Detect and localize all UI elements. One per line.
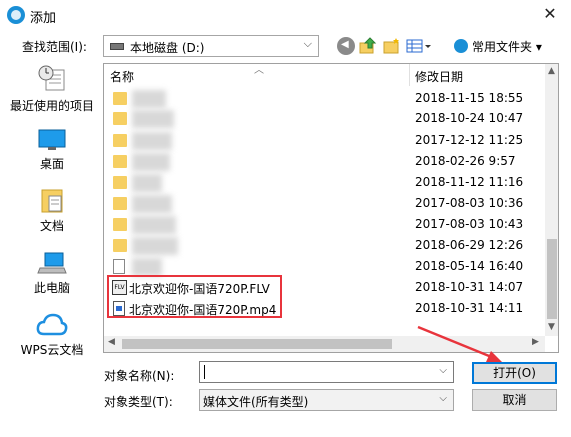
file-list[interactable]: ︿ 名称 修改日期 2018-11-15 18:55 2018-10-24 10… [103,63,559,353]
scroll-thumb[interactable] [547,239,557,319]
scroll-up-icon[interactable]: ▲ [548,66,555,76]
folder-icon [113,176,127,189]
list-item[interactable]: 2018-02-26 9:57 [104,151,544,173]
documents-icon [41,189,63,213]
drive-icon [110,43,124,50]
folder-icon [113,239,127,252]
file-date: 2018-05-14 16:40 [415,259,524,273]
place-desktop[interactable]: 桌面 [5,128,99,172]
filetype-dropdown[interactable]: 媒体文件(所有类型) ⌵ [199,389,454,411]
horizontal-scrollbar[interactable]: ◀ ▶ [104,336,545,352]
filename-combobox[interactable]: ⌵ [199,361,454,383]
file-date: 2018-06-29 12:26 [415,238,524,252]
place-label: 文档 [39,219,64,233]
folder-icon [113,197,127,210]
blurred-filename [132,216,176,234]
folder-icon [113,112,127,125]
file-date: 2018-11-15 18:55 [415,91,524,105]
place-label: 此电脑 [33,281,70,295]
list-item[interactable]: 2018-11-12 11:16 [104,172,544,194]
folder-icon [113,155,127,168]
list-item[interactable]: 2018-11-15 18:55 [104,88,544,110]
column-header-date[interactable]: 修改日期 [415,68,463,85]
chevron-down-icon[interactable]: ⌵ [439,365,447,376]
list-item[interactable]: 2017-08-03 10:43 [104,214,544,236]
cancel-button[interactable]: 取消 [472,389,557,411]
this-pc-icon [37,252,67,274]
folder-icon [113,134,127,147]
folder-icon [113,92,127,105]
place-this-pc[interactable]: 此电脑 [5,250,99,296]
place-label: WPS云文档 [20,343,84,357]
lookin-dropdown[interactable]: 本地磁盘 (D:) ⌵ [103,35,319,57]
blurred-filename [132,90,166,108]
blurred-filename [132,258,162,276]
place-label: 最近使用的项目 [9,99,94,113]
chevron-down-icon: ⌵ [303,37,312,50]
file-date: 2018-02-26 9:57 [415,154,516,168]
filename-label: 对象名称(N): [104,369,175,383]
text-caret [204,365,205,379]
new-folder-icon[interactable] [383,37,401,55]
column-header-name[interactable]: 名称 [110,68,134,85]
file-date: 2017-08-03 10:43 [415,217,524,231]
column-separator[interactable] [409,64,410,86]
lookin-value: 本地磁盘 (D:) [130,41,205,55]
blurred-filename [132,153,170,171]
chevron-down-icon: ⌵ [439,393,447,404]
list-item[interactable]: 2018-10-24 10:47 [104,108,544,130]
scroll-down-icon[interactable]: ▼ [548,322,555,332]
blurred-filename [132,174,162,192]
place-label: 桌面 [39,157,64,171]
places-bar: 最近使用的项目 桌面 文档 此电脑 WPS云文档 [5,60,99,392]
recent-items-icon [38,65,65,91]
close-button[interactable]: ✕ [535,2,565,26]
folder-icon [113,218,127,231]
window-title: 添加 [30,11,57,26]
sort-ascending-icon: ︿ [254,65,264,76]
highlight-annotation [107,275,282,318]
blurred-filename [132,195,172,213]
blurred-filename [132,237,178,255]
place-wps-cloud[interactable]: WPS云文档 [5,312,99,358]
file-date: 2017-12-12 11:25 [415,133,524,147]
open-button[interactable]: 打开(O) [472,362,557,384]
filename-input[interactable] [203,364,428,380]
lookin-label: 查找范围(I): [22,40,87,54]
desktop-icon [38,129,66,150]
scroll-thumb[interactable] [122,339,392,349]
place-documents[interactable]: 文档 [5,188,99,234]
place-recent[interactable]: 最近使用的项目 [5,64,99,114]
title-bar: 添加 ✕ [0,0,571,30]
vertical-scrollbar[interactable]: ▲ ▼ [545,64,558,336]
file-date: 2018-10-31 14:11 [415,301,524,315]
filetype-value: 媒体文件(所有类型) [203,395,309,409]
view-menu-icon[interactable] [406,37,432,55]
app-logo-icon [7,6,25,24]
favorites-icon [454,39,468,53]
filetype-label: 对象类型(T): [104,395,173,409]
scroll-left-icon[interactable]: ◀ [108,337,115,347]
favorites-menu[interactable]: 常用文件夹 ▾ [472,38,542,55]
list-item[interactable]: 2017-12-12 11:25 [104,130,544,152]
file-date: 2017-08-03 10:36 [415,196,524,210]
list-item[interactable]: 2017-08-03 10:36 [104,193,544,215]
file-date: 2018-10-24 10:47 [415,111,524,125]
back-icon[interactable] [337,37,355,55]
up-folder-icon[interactable] [359,37,377,55]
file-date: 2018-11-12 11:16 [415,175,524,189]
file-date: 2018-10-31 14:07 [415,280,524,294]
file-icon [113,259,125,274]
list-item[interactable]: 2018-06-29 12:26 [104,235,544,257]
blurred-filename [132,132,172,150]
blurred-filename [132,110,174,128]
wps-cloud-icon [36,313,68,336]
scroll-right-icon[interactable]: ▶ [532,337,539,347]
